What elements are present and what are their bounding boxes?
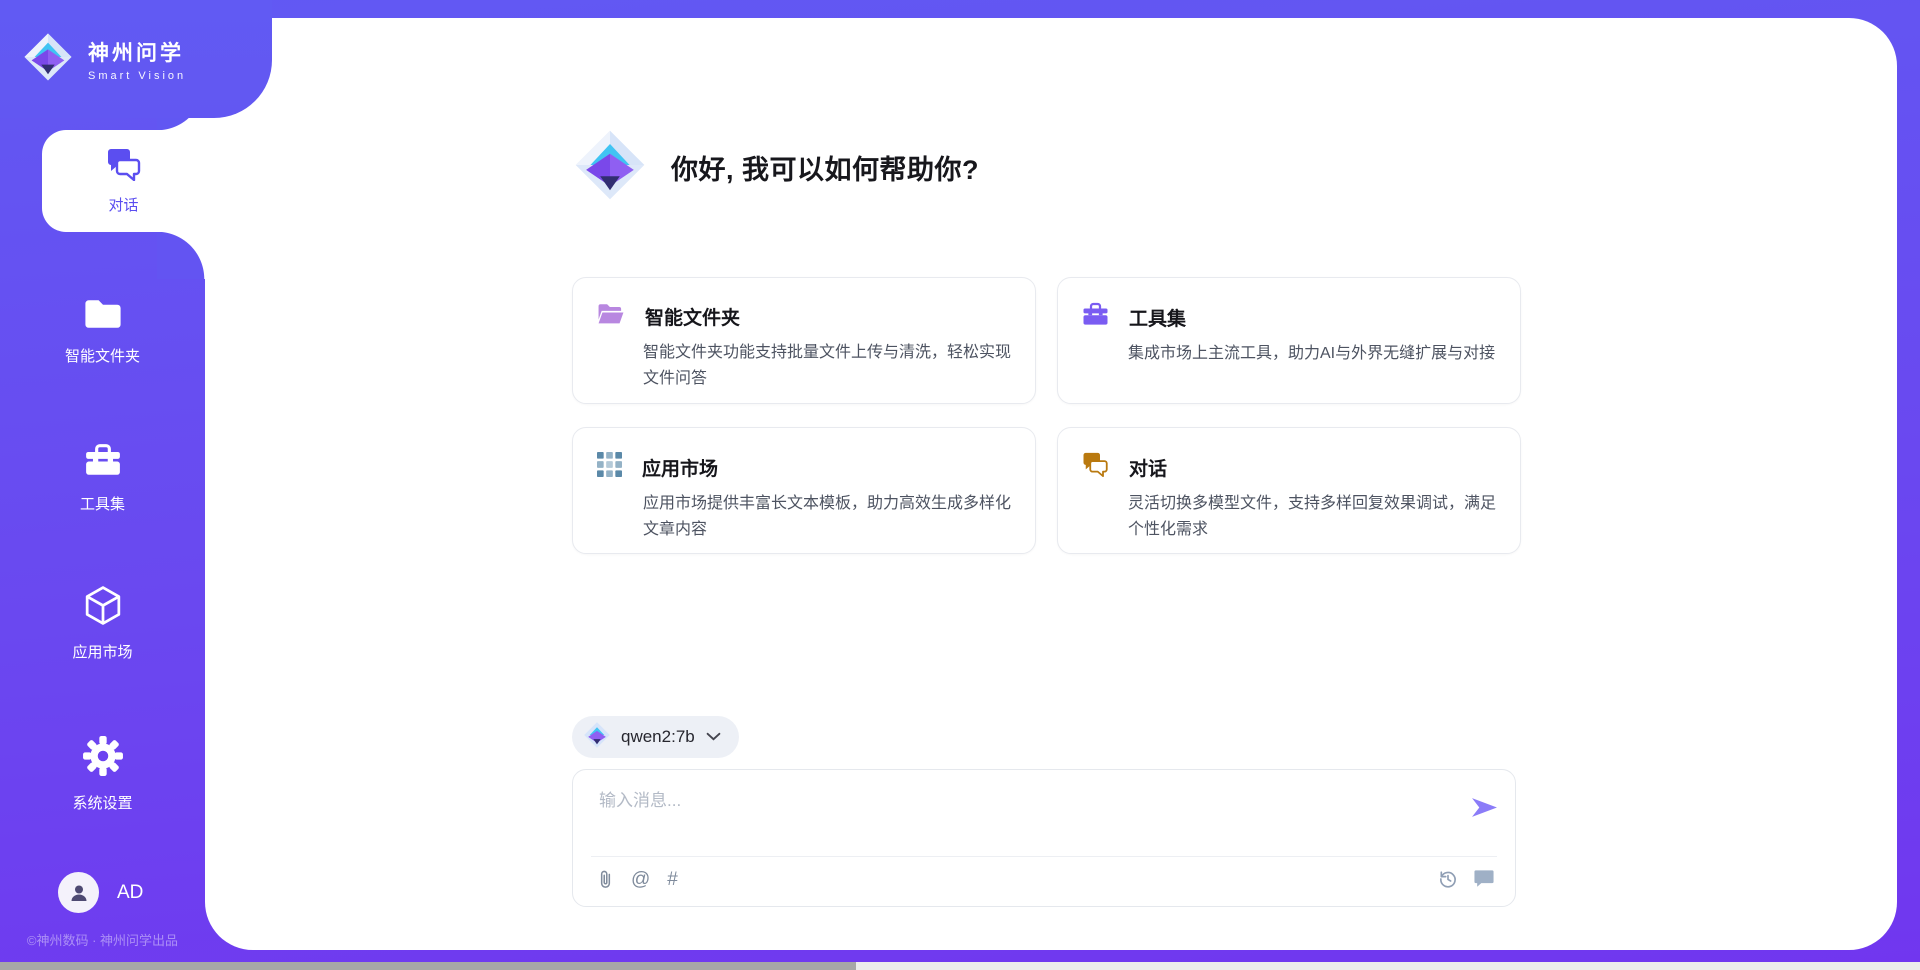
copyright-text: ©神州数码 · 神州问学出品 xyxy=(0,930,205,949)
card-title: 智能文件夹 xyxy=(645,303,740,330)
attach-file-button[interactable] xyxy=(597,868,614,891)
greeting-diamond-icon xyxy=(575,130,645,205)
composer-divider xyxy=(591,856,1497,857)
card-title: 对话 xyxy=(1129,454,1167,481)
brand-diamond-icon xyxy=(24,33,72,86)
chevron-down-icon xyxy=(706,728,721,746)
sidebar-item-label: 对话 xyxy=(108,194,138,215)
user-account[interactable]: AD xyxy=(58,872,143,913)
brand-logo[interactable]: 神州问学 Smart Vision xyxy=(0,0,272,118)
greeting-title: 你好, 我可以如何帮助你? xyxy=(671,148,979,187)
sidebar-item-chat[interactable]: 对话 xyxy=(42,130,205,232)
scrollbar-thumb[interactable] xyxy=(0,962,856,970)
card-smart-folder[interactable]: 智能文件夹 智能文件夹功能支持批量文件上传与清洗，轻松实现文件问答 xyxy=(572,277,1036,404)
card-description: 灵活切换多模型文件，支持多样回复效果调试，满足个性化需求 xyxy=(1128,491,1498,543)
card-description: 集成市场上主流工具，助力AI与外界无缝扩展与对接 xyxy=(1128,341,1498,367)
model-selector[interactable]: qwen2:7b xyxy=(572,716,739,758)
sidebar-item-smart-folder[interactable]: 智能文件夹 xyxy=(0,297,205,366)
cube-icon xyxy=(84,585,122,631)
card-toolset[interactable]: 工具集 集成市场上主流工具，助力AI与外界无缝扩展与对接 xyxy=(1057,277,1521,404)
model-diamond-icon xyxy=(584,722,610,753)
sidebar-item-label: 工具集 xyxy=(80,493,125,514)
sidebar-item-toolset[interactable]: 工具集 xyxy=(0,443,205,514)
paperclip-icon xyxy=(597,868,614,891)
horizontal-scrollbar xyxy=(0,962,1920,970)
topic-button[interactable]: # xyxy=(667,869,678,891)
mention-button[interactable]: @ xyxy=(631,869,650,891)
chat-bubbles-icon xyxy=(1082,452,1109,482)
folder-icon xyxy=(83,297,123,335)
folder-open-icon xyxy=(597,302,625,331)
avatar xyxy=(58,872,99,913)
active-tab-flare-bottom xyxy=(157,231,205,279)
card-title: 应用市场 xyxy=(642,454,718,481)
sidebar-item-label: 应用市场 xyxy=(72,641,132,662)
card-description: 应用市场提供丰富长文本模板，助力高效生成多样化文章内容 xyxy=(643,491,1013,543)
new-chat-button[interactable] xyxy=(1473,869,1495,889)
model-name: qwen2:7b xyxy=(621,727,695,747)
brand-subtitle: Smart Vision xyxy=(88,70,186,82)
card-description: 智能文件夹功能支持批量文件上传与清洗，轻松实现文件问答 xyxy=(643,340,1013,392)
sidebar-item-label: 智能文件夹 xyxy=(65,345,140,366)
message-input[interactable] xyxy=(597,786,1421,816)
person-icon xyxy=(67,881,91,905)
user-initials: AD xyxy=(117,882,143,904)
card-title: 工具集 xyxy=(1129,304,1186,331)
greeting-row: 你好, 我可以如何帮助你? xyxy=(575,130,979,205)
sidebar-item-label: 系统设置 xyxy=(72,792,132,813)
card-app-market[interactable]: 应用市场 应用市场提供丰富长文本模板，助力高效生成多样化文章内容 xyxy=(572,427,1036,554)
card-chat[interactable]: 对话 灵活切换多模型文件，支持多样回复效果调试，满足个性化需求 xyxy=(1057,427,1521,554)
send-button[interactable] xyxy=(1469,793,1500,825)
history-icon xyxy=(1437,868,1459,890)
history-button[interactable] xyxy=(1437,868,1459,890)
toolbox-icon xyxy=(1082,302,1109,332)
chat-bubbles-icon xyxy=(106,148,142,186)
chat-bubble-icon xyxy=(1473,869,1495,889)
toolbox-icon xyxy=(84,443,122,483)
composer: @ # xyxy=(572,769,1516,907)
sidebar-item-app-market[interactable]: 应用市场 xyxy=(0,585,205,662)
feature-cards: 智能文件夹 智能文件夹功能支持批量文件上传与清洗，轻松实现文件问答 工具集 集成… xyxy=(572,277,1521,554)
grid-icon xyxy=(597,452,622,482)
gear-icon xyxy=(82,735,124,782)
sidebar-item-settings[interactable]: 系统设置 xyxy=(0,735,205,813)
send-icon xyxy=(1471,795,1498,820)
app-window: 神州问学 Smart Vision 对话 智能文件夹 xyxy=(0,0,1920,970)
brand-name: 神州问学 xyxy=(88,37,186,67)
